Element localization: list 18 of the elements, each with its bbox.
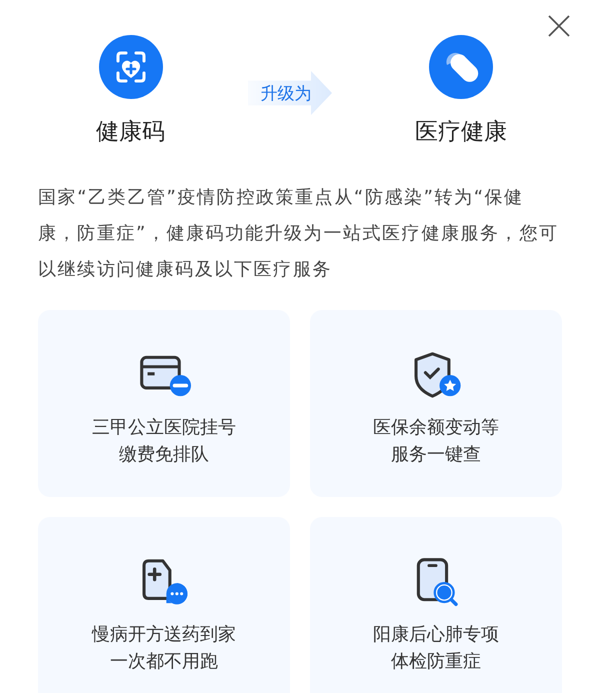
service-label: 慢病开方送药到家 xyxy=(92,623,236,647)
service-label: 阳康后心肺专项 xyxy=(373,623,499,647)
service-label: 缴费免排队 xyxy=(119,443,209,467)
service-label: 服务一键查 xyxy=(391,443,481,467)
medical-health-title: 医疗健康 xyxy=(415,118,507,147)
service-card[interactable]: 阳康后心肺专项 体检防重症 xyxy=(310,517,562,693)
pill-icon xyxy=(429,35,493,99)
service-label: 一次都不用跑 xyxy=(110,650,218,674)
description-text: 国家“乙类乙管”疫情防控政策重点从“防感染”转为“保健康，防重症”，健康码功能升级为一站式医疗健康服务，您可以继续访问健康码及以下医疗服务 xyxy=(38,186,560,282)
service-label: 体检防重症 xyxy=(391,650,481,674)
service-card[interactable]: 三甲公立医院挂号 缴费免排队 xyxy=(38,310,290,497)
heart-scan-icon xyxy=(98,35,162,99)
close-icon[interactable] xyxy=(547,14,571,38)
health-code-title: 健康码 xyxy=(96,118,165,147)
service-card[interactable]: 慢病开方送药到家 一次都不用跑 xyxy=(38,517,290,693)
service-label: 三甲公立医院挂号 xyxy=(92,416,236,440)
service-label: 医保余额变动等 xyxy=(373,416,499,440)
service-card[interactable]: 医保余额变动等 服务一键查 xyxy=(310,310,562,497)
